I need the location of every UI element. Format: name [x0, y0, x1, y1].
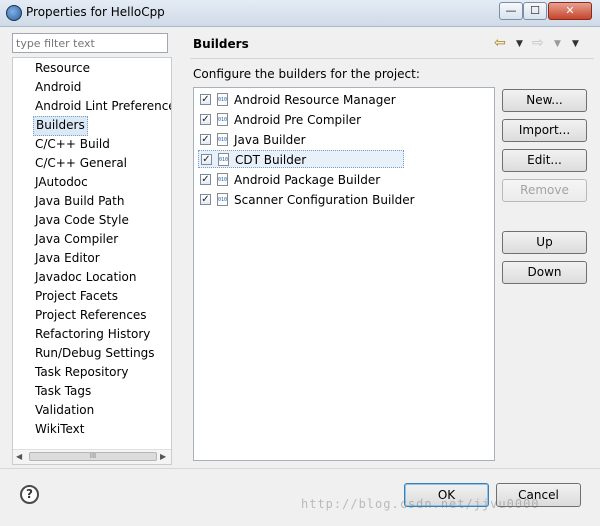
builder-icon: 010	[217, 133, 228, 146]
import-button[interactable]: Import...	[502, 119, 587, 142]
builder-checkbox[interactable]: ✓	[200, 94, 211, 105]
up-button[interactable]: Up	[502, 231, 587, 254]
tree-item-run-debug-settings[interactable]: Run/Debug Settings	[35, 344, 155, 362]
tree-item-builders[interactable]: Builders	[33, 116, 88, 136]
builder-label: Java Builder	[234, 133, 306, 147]
scroll-left-arrow-icon[interactable]: ◀	[16, 452, 22, 461]
footer-divider	[0, 468, 600, 469]
builder-label: Android Package Builder	[234, 173, 381, 187]
builder-checkbox[interactable]: ✓	[200, 194, 211, 205]
maximize-button[interactable]: ☐	[523, 2, 547, 20]
builder-row-android-resource-manager[interactable]: ✓ 010 Android Resource Manager	[198, 91, 404, 109]
builder-icon: 010	[218, 153, 229, 166]
tree-item-javadoc-location[interactable]: Javadoc Location	[35, 268, 136, 286]
builder-row-cdt-builder[interactable]: ✓ 010 CDT Builder	[198, 150, 404, 168]
horizontal-scrollbar[interactable]: ◀ III ▶	[13, 449, 171, 464]
page-title: Builders	[193, 37, 249, 51]
filter-input[interactable]	[12, 33, 168, 53]
tree-item-project-references[interactable]: Project References	[35, 306, 147, 324]
builder-label: Scanner Configuration Builder	[234, 193, 415, 207]
builder-list[interactable]: ✓ 010 Android Resource Manager ✓ 010 And…	[193, 87, 495, 461]
builder-label: CDT Builder	[235, 153, 307, 167]
tree-item-java-compiler[interactable]: Java Compiler	[35, 230, 118, 248]
tree-item-cpp-build[interactable]: C/C++ Build	[35, 135, 110, 153]
tree-item-java-build-path[interactable]: Java Build Path	[35, 192, 124, 210]
tree-item-jautodoc[interactable]: JAutodoc	[35, 173, 88, 191]
minimize-button[interactable]: —	[499, 2, 523, 20]
builder-row-android-package-builder[interactable]: ✓ 010 Android Package Builder	[198, 171, 404, 189]
window-title: Properties for HelloCpp	[26, 5, 165, 19]
help-icon[interactable]: ?	[20, 485, 39, 504]
tree-item-java-editor[interactable]: Java Editor	[35, 249, 100, 267]
back-history-dropdown-icon[interactable]: ▼	[516, 39, 523, 49]
builder-checkbox[interactable]: ✓	[200, 174, 211, 185]
builder-checkbox[interactable]: ✓	[201, 154, 212, 165]
remove-button[interactable]: Remove	[502, 179, 587, 202]
builder-label: Android Resource Manager	[234, 93, 396, 107]
tree-item-task-repository[interactable]: Task Repository	[35, 363, 129, 381]
builder-checkbox[interactable]: ✓	[200, 134, 211, 145]
tree-item-android[interactable]: Android	[35, 78, 81, 96]
builder-icon: 010	[217, 113, 228, 126]
title-bar: Properties for HelloCpp — ☐ ✕	[0, 0, 600, 27]
category-tree[interactable]: Resource Android Android Lint Preference…	[12, 57, 172, 465]
header-divider	[190, 58, 594, 59]
tree-item-refactoring-history[interactable]: Refactoring History	[35, 325, 150, 343]
back-arrow-icon[interactable]: ⇦	[494, 35, 506, 51]
watermark: http://blog.csdn.net/jjvu0000	[301, 497, 540, 511]
builder-icon: 010	[217, 193, 228, 206]
forward-arrow-icon[interactable]: ⇨	[532, 35, 544, 51]
builder-row-android-pre-compiler[interactable]: ✓ 010 Android Pre Compiler	[198, 111, 404, 129]
builder-icon: 010	[217, 173, 228, 186]
tree-item-java-code-style[interactable]: Java Code Style	[35, 211, 129, 229]
scroll-thumb[interactable]: III	[29, 452, 157, 461]
tree-item-wikitext[interactable]: WikiText	[35, 420, 85, 438]
close-button[interactable]: ✕	[548, 2, 592, 20]
tree-item-cpp-general[interactable]: C/C++ General	[35, 154, 127, 172]
builders-description: Configure the builders for the project:	[193, 67, 420, 81]
builder-row-scanner-configuration-builder[interactable]: ✓ 010 Scanner Configuration Builder	[198, 191, 415, 209]
builder-row-java-builder[interactable]: ✓ 010 Java Builder	[198, 131, 404, 149]
new-button[interactable]: New...	[502, 89, 587, 112]
forward-history-dropdown-icon[interactable]: ▼	[554, 39, 561, 49]
tree-item-project-facets[interactable]: Project Facets	[35, 287, 118, 305]
view-menu-icon[interactable]: ▼	[572, 39, 579, 49]
builder-label: Android Pre Compiler	[234, 113, 362, 127]
tree-item-android-lint-preferences[interactable]: Android Lint Preferences	[35, 97, 171, 115]
edit-button[interactable]: Edit...	[502, 149, 587, 172]
scroll-right-arrow-icon[interactable]: ▶	[160, 452, 166, 461]
tree-item-resource[interactable]: Resource	[35, 59, 90, 77]
app-icon	[6, 5, 22, 21]
builder-checkbox[interactable]: ✓	[200, 114, 211, 125]
tree-item-validation[interactable]: Validation	[35, 401, 94, 419]
down-button[interactable]: Down	[502, 261, 587, 284]
builder-icon: 010	[217, 93, 228, 106]
tree-item-task-tags[interactable]: Task Tags	[35, 382, 91, 400]
